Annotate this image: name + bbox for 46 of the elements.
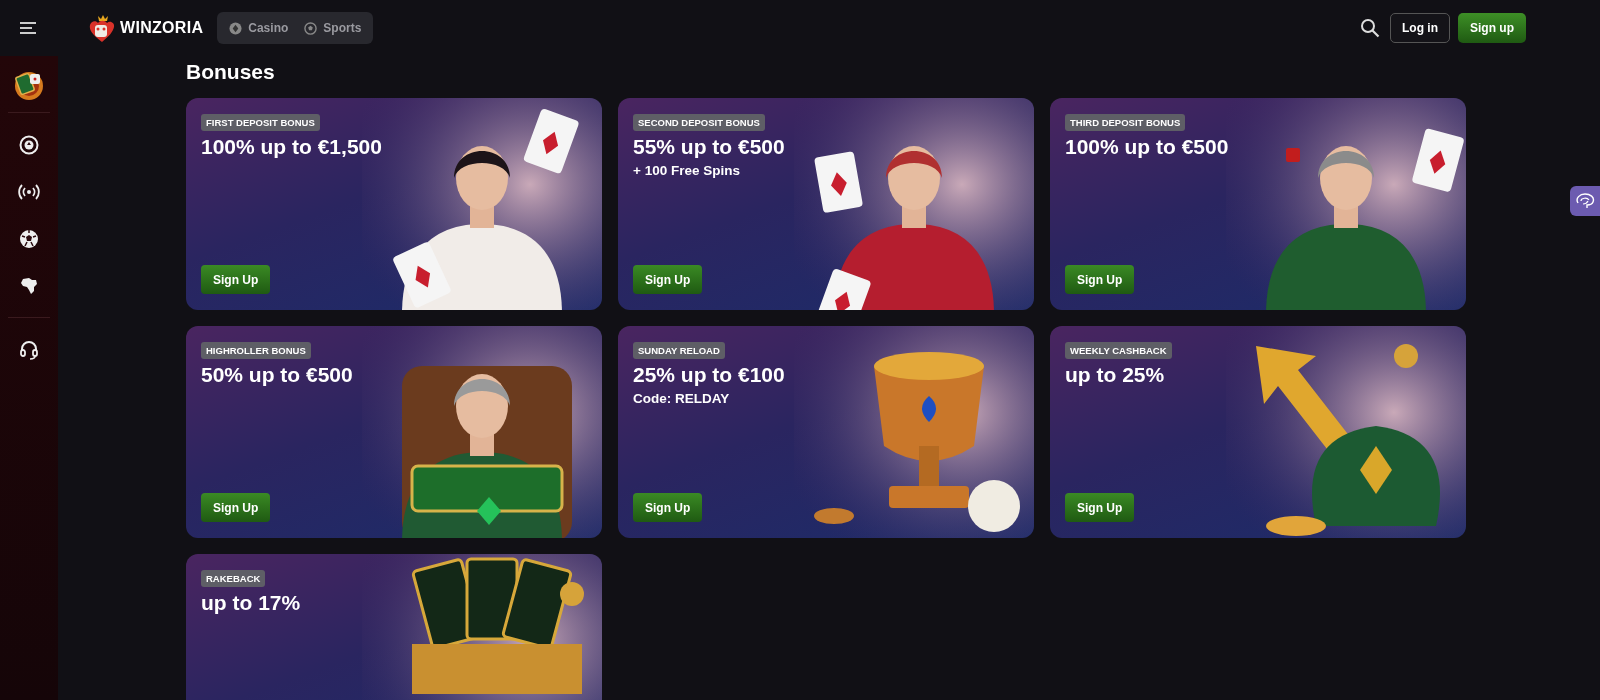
bonus-tag: THIRD DEPOSIT BONUS [1065,114,1186,131]
bonus-tag: RAKEBACK [201,570,266,587]
bonus-title: 100% up to €1,500 [201,135,382,159]
brain-icon [1575,193,1595,209]
signup-button[interactable]: Sign Up [633,493,703,522]
bonus-subtitle: Code: RELDAY [633,391,730,406]
nav-tab[interactable]: Sports [298,16,368,40]
brand-name[interactable]: WINZORIA [120,19,204,37]
search-icon[interactable] [1360,18,1380,38]
signup-button[interactable]: Sign up [1458,13,1526,43]
page-title: Bonuses [186,60,276,84]
bonus-title: 25% up to €100 [633,363,785,387]
map-icon[interactable] [19,275,39,296]
chip-icon [229,21,243,35]
bonus-tag: FIRST DEPOSIT BONUS [201,114,320,131]
bonus-title: up to 25% [1065,363,1165,387]
ball-icon [304,21,318,35]
login-button[interactable]: Log in [1390,13,1450,43]
bonus-subtitle: + 100 Free Spins [633,163,740,178]
bonus-card[interactable]: HIGHROLLER BONUS 50% up to €500 Sign Up [186,326,602,538]
bonus-title: up to 17% [201,591,301,615]
bonus-tag: SUNDAY RELOAD [633,342,725,359]
menu-icon[interactable] [20,22,38,34]
bonus-title: 50% up to €500 [201,363,353,387]
bonus-tag: SECOND DEPOSIT BONUS [633,114,765,131]
nav-tab[interactable]: Casino [223,16,295,40]
bonus-title: 100% up to €500 [1065,135,1229,159]
signup-button[interactable]: Sign Up [1065,493,1135,522]
poker-chip-icon[interactable] [19,134,39,155]
bonus-tag: WEEKLY CASHBACK [1065,342,1172,359]
bonus-title: 55% up to €500 [633,135,785,159]
bonus-card[interactable]: THIRD DEPOSIT BONUS 100% up to €500 Sign Up [1050,98,1466,310]
bonus-card[interactable]: SECOND DEPOSIT BONUS 55% up to €500 + 100 Free Spins Sign Up [618,98,1034,310]
signup-button[interactable]: Sign Up [1065,265,1135,294]
signup-button[interactable]: Sign Up [201,265,271,294]
signup-button[interactable]: Sign Up [633,265,703,294]
signup-button[interactable]: Sign Up [201,493,271,522]
bonus-card[interactable]: WEEKLY CASHBACK up to 25% Sign Up [1050,326,1466,538]
bonus-card[interactable]: SUNDAY RELOAD 25% up to €100 Code: RELDAY Sign Up [618,326,1034,538]
bonus-card[interactable]: FIRST DEPOSIT BONUS 100% up to €1,500 Sign Up [186,98,602,310]
broadcast-icon[interactable] [18,183,40,200]
headset-icon[interactable] [19,339,39,360]
assistant-widget[interactable] [1570,186,1600,216]
soccer-ball-icon[interactable] [19,228,39,249]
bonus-tag: HIGHROLLER BONUS [201,342,311,359]
bonus-card[interactable]: RAKEBACK up to 17% [186,554,602,700]
